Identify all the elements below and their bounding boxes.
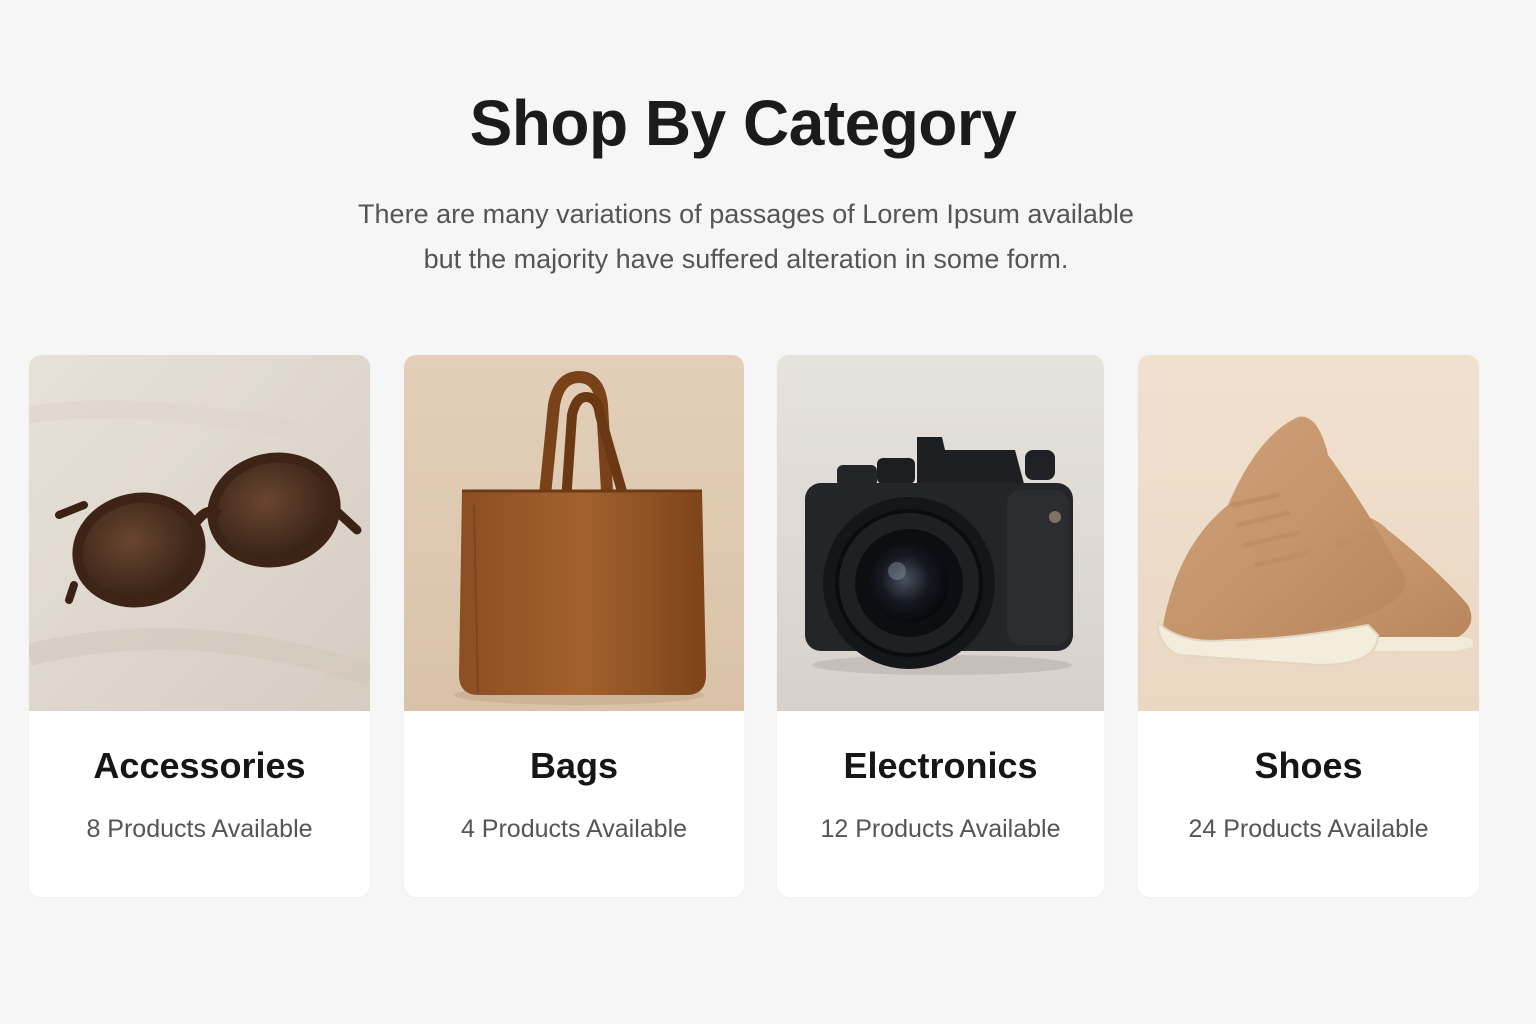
camera-image[interactable] <box>777 355 1104 711</box>
category-product-count: 24 Products Available <box>1188 815 1429 843</box>
subtitle-line-1: There are many variations of passages of… <box>358 199 1134 229</box>
category-name: Bags <box>529 745 619 786</box>
shop-by-category-section: Shop By Category There are many variatio… <box>0 0 1536 1024</box>
subtitle-line-2: but the majority have suffered alteratio… <box>423 244 1069 274</box>
category-product-count: 12 Products Available <box>820 815 1061 843</box>
sunglasses-image[interactable] <box>29 355 370 711</box>
category-name: Shoes <box>1254 745 1363 786</box>
category-card-bags[interactable]: Bags 4 Products Available <box>404 355 744 897</box>
category-product-count: 8 Products Available <box>86 815 313 843</box>
category-card-shoes[interactable]: Shoes 24 Products Available <box>1138 355 1479 897</box>
category-name: Accessories <box>93 745 306 786</box>
section-title: Shop By Category <box>469 87 1017 159</box>
sneakers-image[interactable] <box>1138 355 1479 711</box>
section-subtitle: There are many variations of passages of… <box>0 192 1492 282</box>
category-card-electronics[interactable]: Electronics 12 Products Available <box>777 355 1104 897</box>
category-product-count: 4 Products Available <box>460 815 688 843</box>
tote-bag-image[interactable] <box>404 355 744 711</box>
category-name: Electronics <box>843 745 1038 786</box>
category-card-accessories[interactable]: Accessories 8 Products Available <box>29 355 370 897</box>
